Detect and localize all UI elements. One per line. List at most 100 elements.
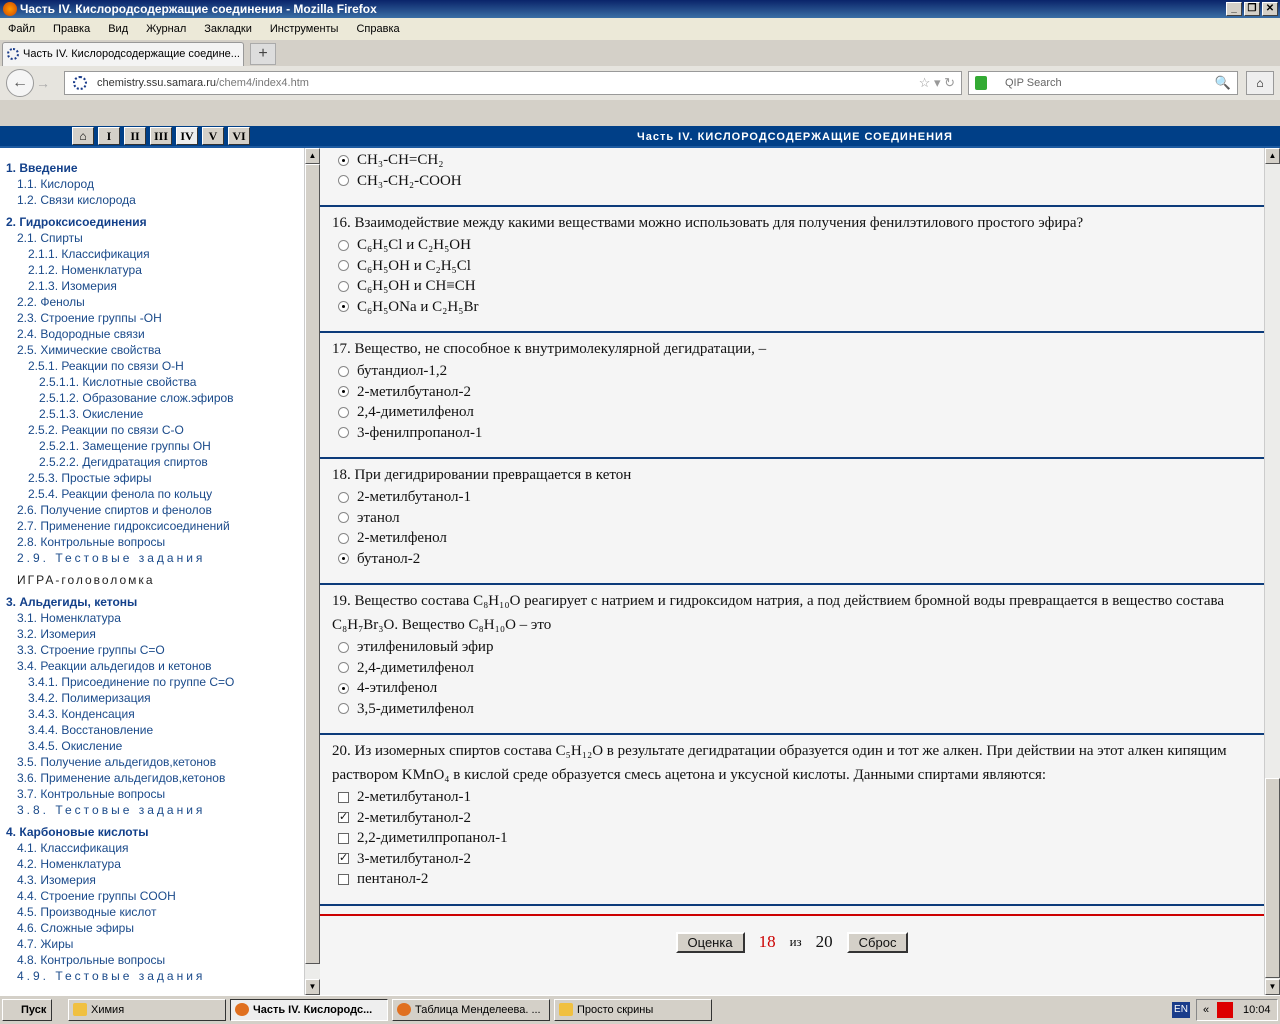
- radio-button[interactable]: [338, 427, 349, 439]
- radio-button[interactable]: [338, 703, 349, 715]
- url-bar[interactable]: chemistry.ssu.samara.ru/chem4/index4.htm…: [64, 71, 962, 95]
- answer-option[interactable]: 2-метилфенол: [332, 528, 1256, 549]
- sidebar-link[interactable]: 3.7. Контрольные вопросы: [0, 786, 304, 802]
- forward-button[interactable]: →: [36, 75, 50, 91]
- minimize-button[interactable]: _: [1226, 2, 1242, 16]
- radio-button[interactable]: [338, 406, 349, 418]
- sidebar-link[interactable]: 2.5.1.2. Образование слож.эфиров: [0, 390, 304, 406]
- sidebar-link[interactable]: 2.5.4. Реакции фенола по кольцу: [0, 486, 304, 502]
- sidebar-link[interactable]: 3.5. Получение альдегидов,кетонов: [0, 754, 304, 770]
- sidebar-link[interactable]: 4.8. Контрольные вопросы: [0, 952, 304, 968]
- sidebar-link[interactable]: 3.4. Реакции альдегидов и кетонов: [0, 658, 304, 674]
- part-button[interactable]: IV: [176, 127, 199, 145]
- scroll-up-arrow[interactable]: ▲: [1265, 148, 1280, 164]
- sidebar-link[interactable]: 2.5.3. Простые эфиры: [0, 470, 304, 486]
- sidebar-link[interactable]: 2. Гидроксисоединения: [0, 214, 304, 230]
- scroll-down-arrow[interactable]: ▼: [305, 979, 320, 995]
- sidebar-link[interactable]: 3.8. Тестовые задания: [0, 802, 304, 818]
- sidebar-link[interactable]: 3.4.1. Присоединение по группе C=O: [0, 674, 304, 690]
- scroll-down-arrow[interactable]: ▼: [1265, 979, 1280, 995]
- answer-option[interactable]: C₆H₅OH и C₂H₅Cl: [332, 256, 1256, 277]
- sidebar-link[interactable]: 3.2. Изомерия: [0, 626, 304, 642]
- radio-button[interactable]: [338, 641, 349, 653]
- sidebar-link[interactable]: 1. Введение: [0, 160, 304, 176]
- sidebar-link[interactable]: 4.2. Номенклатура: [0, 856, 304, 872]
- answer-option[interactable]: пентанол-2: [332, 869, 1256, 890]
- radio-button[interactable]: [338, 280, 349, 292]
- sidebar-link[interactable]: 4.7. Жиры: [0, 936, 304, 952]
- sidebar-link[interactable]: 3.6. Применение альдегидов,кетонов: [0, 770, 304, 786]
- answer-option[interactable]: 2,2-диметилпропанол-1: [332, 828, 1256, 849]
- search-engine-icon[interactable]: [975, 76, 987, 90]
- sidebar-link[interactable]: 2.1.3. Изомерия: [0, 278, 304, 294]
- answer-option[interactable]: 3-фенилпропанол-1: [332, 423, 1256, 444]
- answer-option[interactable]: бутандиол-1,2: [332, 361, 1256, 382]
- sidebar-link[interactable]: 2.9. Тестовые задания: [0, 550, 304, 566]
- menu-tools[interactable]: Инструменты: [270, 18, 339, 40]
- sidebar-link[interactable]: 2.1. Спирты: [0, 230, 304, 246]
- radio-button[interactable]: [338, 491, 349, 503]
- answer-option[interactable]: C₆H₅Cl и C₂H₅OH: [332, 235, 1256, 256]
- home-button[interactable]: ⌂: [1246, 71, 1274, 95]
- sidebar-link[interactable]: 4.1. Классификация: [0, 840, 304, 856]
- sidebar-link[interactable]: 2.6. Получение спиртов и фенолов: [0, 502, 304, 518]
- menu-file[interactable]: Файл: [8, 18, 35, 40]
- sidebar-link[interactable]: 2.8. Контрольные вопросы: [0, 534, 304, 550]
- checkbox[interactable]: ✓: [338, 853, 349, 865]
- reset-button[interactable]: Сброс: [846, 931, 909, 953]
- sidebar-link[interactable]: 3.4.4. Восстановление: [0, 722, 304, 738]
- search-input[interactable]: QIP Search 🔍: [968, 71, 1238, 95]
- sidebar-link[interactable]: 1.2. Связи кислорода: [0, 192, 304, 208]
- sidebar-link[interactable]: 2.7. Применение гидроксисоединений: [0, 518, 304, 534]
- answer-option[interactable]: 4-этилфенол: [332, 678, 1256, 699]
- radio-button[interactable]: [338, 662, 349, 674]
- answer-option[interactable]: 2-метилбутанол-1: [332, 487, 1256, 508]
- taskbar-item-firefox-active[interactable]: Часть IV. Кислородс...: [230, 999, 388, 1021]
- answer-option[interactable]: этанол: [332, 508, 1256, 529]
- start-button[interactable]: Пуск: [2, 999, 52, 1021]
- menu-bookmarks[interactable]: Закладки: [204, 18, 252, 40]
- tab-current[interactable]: Часть IV. Кислородсодержащие соедине...: [2, 42, 244, 66]
- checkbox[interactable]: ✓: [338, 812, 349, 824]
- sidebar-link[interactable]: 3.3. Строение группы C=O: [0, 642, 304, 658]
- radio-button[interactable]: [338, 682, 349, 694]
- sidebar-link[interactable]: 2.4. Водородные связи: [0, 326, 304, 342]
- sidebar-link[interactable]: 2.5.1. Реакции по связи O-H: [0, 358, 304, 374]
- answer-option[interactable]: бутанол-2: [332, 549, 1256, 570]
- answer-option[interactable]: этилфениловый эфир: [332, 637, 1256, 658]
- menu-history[interactable]: Журнал: [146, 18, 186, 40]
- radio-button[interactable]: [338, 154, 349, 166]
- taskbar-item-firefox[interactable]: Таблица Менделеева. ...: [392, 999, 550, 1021]
- radio-button[interactable]: [338, 512, 349, 524]
- menu-edit[interactable]: Правка: [53, 18, 90, 40]
- sidebar-link[interactable]: 3.1. Номенклатура: [0, 610, 304, 626]
- sidebar-link[interactable]: 2.5.2. Реакции по связи C-O: [0, 422, 304, 438]
- part-button[interactable]: I: [98, 127, 120, 145]
- part-button[interactable]: V: [202, 127, 225, 145]
- sidebar-link[interactable]: 2.5.1.1. Кислотные свойства: [0, 374, 304, 390]
- sidebar-link[interactable]: ИГРА-головоломка: [0, 572, 304, 588]
- sidebar-link[interactable]: 4.6. Сложные эфиры: [0, 920, 304, 936]
- sidebar-link[interactable]: 3.4.2. Полимеризация: [0, 690, 304, 706]
- answer-option[interactable]: 2-метилбутанол-1: [332, 787, 1256, 808]
- checkbox[interactable]: [338, 791, 349, 803]
- sidebar-link[interactable]: 3.4.3. Конденсация: [0, 706, 304, 722]
- answer-option[interactable]: 2,4-диметилфенол: [332, 402, 1256, 423]
- tray-expand-button[interactable]: «: [1203, 1000, 1209, 1020]
- sidebar-link[interactable]: 2.5.2.1. Замещение группы OH: [0, 438, 304, 454]
- scroll-up-arrow[interactable]: ▲: [305, 148, 320, 164]
- back-button[interactable]: ←: [6, 69, 34, 97]
- answer-option[interactable]: CH₃-CH₂-COOH: [332, 171, 1256, 192]
- taskbar-item-folder[interactable]: Просто скрины: [554, 999, 712, 1021]
- sidebar-scrollbar[interactable]: ▲ ▼: [304, 148, 320, 995]
- home-part-button[interactable]: ⌂: [72, 127, 94, 145]
- sidebar-link[interactable]: 2.1.2. Номенклатура: [0, 262, 304, 278]
- sidebar-link[interactable]: 2.3. Строение группы -OH: [0, 310, 304, 326]
- part-button[interactable]: II: [124, 127, 146, 145]
- taskbar-item-folder[interactable]: Химия: [68, 999, 226, 1021]
- radio-button[interactable]: [338, 260, 349, 272]
- sidebar-link[interactable]: 2.5.2.2. Дегидратация спиртов: [0, 454, 304, 470]
- part-button[interactable]: III: [150, 127, 173, 145]
- sidebar-link[interactable]: 2.5.1.3. Окисление: [0, 406, 304, 422]
- radio-button[interactable]: [338, 301, 349, 313]
